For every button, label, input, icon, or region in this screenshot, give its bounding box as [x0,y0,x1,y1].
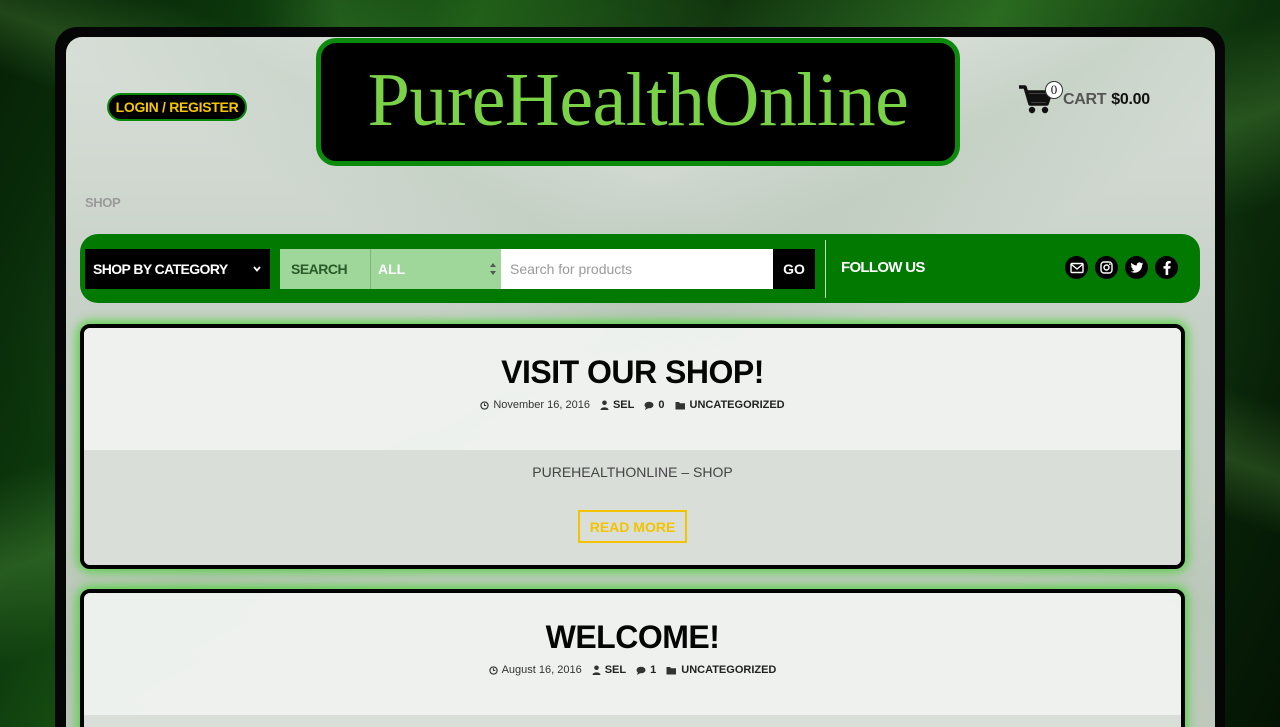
search-label: SEARCH [280,249,370,289]
search-input[interactable] [501,249,773,289]
site-logo[interactable]: PureHealthOnline [316,38,960,166]
post-category[interactable]: UNCATEGORIZED [666,664,776,676]
cart-link[interactable]: 0 CART $0.00 [1018,80,1150,120]
post-author-text: SEL [604,664,627,676]
post-card: VISIT OUR SHOP! November 16, 2016 SEL 0 … [80,324,1185,569]
login-register-button[interactable]: LOGIN / REGISTER [107,93,247,121]
post-comments[interactable]: 0 [644,399,665,411]
post-date[interactable]: November 16, 2016 [480,399,590,411]
twitter-icon[interactable] [1125,256,1148,279]
post-comments[interactable]: 1 [636,664,656,676]
envelope-icon[interactable] [1065,256,1088,279]
nav-divider [825,240,826,298]
post-author-text: SEL [612,399,635,411]
user-icon [600,400,609,410]
post-body [84,715,1181,727]
post-category-text: UNCATEGORIZED [681,664,777,676]
post-card: WELCOME! August 16, 2016 SEL 1 UNCATEGOR… [80,589,1185,727]
cart-label: CART [1063,91,1107,108]
post-meta: August 16, 2016 SEL 1 UNCATEGORIZED [84,664,1181,676]
post-excerpt: PUREHEALTHONLINE – SHOP [532,464,733,480]
search-scope-select[interactable]: ALL [370,249,501,289]
cart-total: $0.00 [1111,91,1150,108]
category-dropdown-label: SHOP BY CATEGORY [93,261,228,277]
logo-text: PureHealthOnline [367,58,909,142]
post-comment-count: 1 [650,664,657,676]
post-category[interactable]: UNCATEGORIZED [675,399,785,411]
post-header: WELCOME! August 16, 2016 SEL 1 UNCATEGOR… [84,593,1181,715]
post-date-text: August 16, 2016 [501,664,582,676]
clock-icon [480,400,490,410]
post-category-text: UNCATEGORIZED [689,399,785,411]
comment-icon [644,401,654,410]
post-title[interactable]: VISIT OUR SHOP! [84,354,1181,391]
shop-by-category-dropdown[interactable]: SHOP BY CATEGORY [85,249,270,289]
search-scope-value: ALL [378,261,406,277]
search-go-button[interactable]: GO [773,249,815,289]
follow-us-label: FOLLOW US [841,259,925,276]
user-icon [592,665,601,675]
post-header: VISIT OUR SHOP! November 16, 2016 SEL 0 … [84,328,1181,450]
select-arrows-icon [490,263,496,275]
clock-icon [488,665,498,675]
chevron-down-icon [253,266,261,272]
post-date-text: November 16, 2016 [493,399,590,411]
post-body: PUREHEALTHONLINE – SHOP READ MORE [84,450,1181,565]
facebook-icon[interactable] [1155,256,1178,279]
folder-icon [666,666,677,674]
breadcrumb[interactable]: SHOP [85,195,121,210]
folder-icon [675,401,685,409]
post-date[interactable]: August 16, 2016 [488,664,582,676]
post-title[interactable]: WELCOME! [84,619,1181,656]
post-author[interactable]: SEL [592,664,626,676]
instagram-icon[interactable] [1095,256,1118,279]
post-author[interactable]: SEL [600,399,634,411]
post-comment-count: 0 [658,399,665,411]
comment-icon [636,666,646,675]
cart-count-badge: 0 [1045,81,1063,99]
post-meta: November 16, 2016 SEL 0 UNCATEGORIZED [84,399,1181,411]
read-more-button[interactable]: READ MORE [578,510,687,543]
cart-icon: 0 [1018,81,1063,118]
